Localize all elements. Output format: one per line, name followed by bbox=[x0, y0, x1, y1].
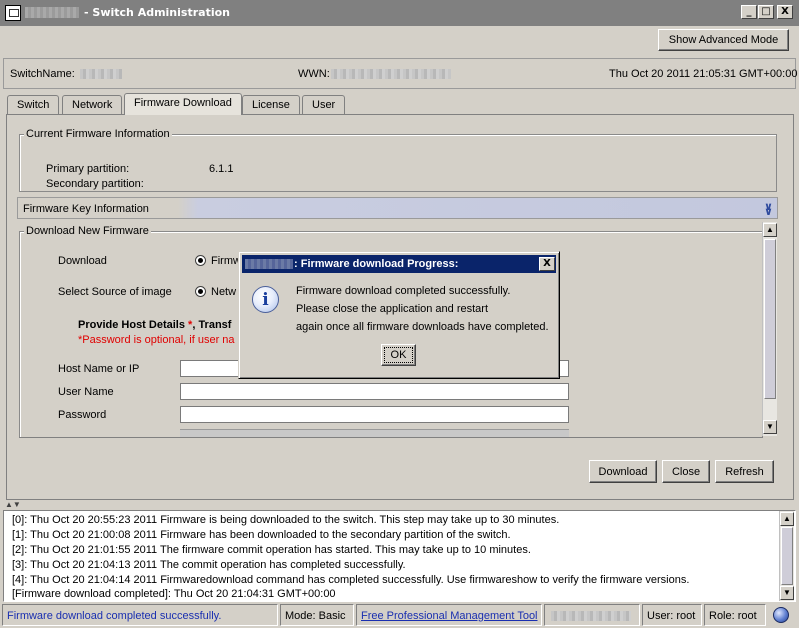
dialog-message-line2: Please close the application and restart bbox=[296, 303, 489, 315]
info-icon: i bbox=[252, 286, 279, 313]
status-mode: Mode: Basic bbox=[280, 604, 354, 626]
scroll-down-arrow-icon[interactable]: ▼ bbox=[763, 420, 777, 434]
dialog-titlebar: : Firmware download Progress: X bbox=[242, 255, 556, 273]
log-line: [3]: Thu Oct 20 21:04:13 2011 The commit… bbox=[12, 559, 406, 571]
dialog-title: : Firmware download Progress: bbox=[294, 258, 459, 270]
log-scrollbar[interactable]: ▲ ▼ bbox=[779, 511, 794, 601]
minimize-button[interactable]: _ bbox=[741, 5, 757, 19]
scroll-thumb[interactable] bbox=[764, 239, 776, 399]
double-chevron-down-icon-lower: ∨ bbox=[764, 206, 773, 218]
status-user: User: root bbox=[642, 604, 702, 626]
dialog-title-redacted bbox=[245, 259, 293, 269]
window-titlebar: - Switch Administration _ □ X bbox=[0, 0, 799, 26]
log-line: [1]: Thu Oct 20 21:00:08 2011 Firmware h… bbox=[12, 529, 511, 541]
refresh-button[interactable]: Refresh bbox=[715, 460, 774, 483]
close-window-button[interactable]: X bbox=[777, 5, 793, 19]
status-message: Firmware download completed successfully… bbox=[2, 604, 278, 626]
status-role: Role: root bbox=[704, 604, 766, 626]
close-button[interactable]: Close bbox=[662, 460, 710, 483]
dialog-message-line1: Firmware download completed successfully… bbox=[296, 285, 511, 297]
switchname-label: SwitchName: bbox=[10, 68, 75, 80]
tab-license[interactable]: License bbox=[242, 95, 300, 114]
switchname-value-redacted bbox=[80, 69, 122, 79]
download-section-scrollbar[interactable]: ▲ ▼ bbox=[762, 222, 777, 436]
log-line: [0]: Thu Oct 20 20:55:23 2011 Firmware i… bbox=[12, 514, 560, 526]
tab-firmware-download[interactable]: Firmware Download bbox=[124, 93, 242, 115]
show-advanced-mode-button[interactable]: Show Advanced Mode bbox=[658, 29, 789, 51]
log-scroll-up-icon[interactable]: ▲ bbox=[780, 512, 794, 526]
scroll-up-arrow-icon[interactable]: ▲ bbox=[763, 223, 777, 237]
app-icon bbox=[5, 5, 21, 21]
dialog-ok-button[interactable]: OK bbox=[381, 344, 416, 366]
log-panel: [0]: Thu Oct 20 20:55:23 2011 Firmware i… bbox=[3, 510, 796, 602]
tab-switch[interactable]: Switch bbox=[7, 95, 60, 114]
log-scroll-down-icon[interactable]: ▼ bbox=[780, 586, 794, 600]
maximize-button[interactable]: □ bbox=[758, 5, 774, 19]
switch-name-redacted bbox=[25, 7, 79, 18]
tab-network[interactable]: Network bbox=[62, 95, 123, 114]
status-redacted bbox=[544, 604, 640, 626]
tab-user[interactable]: User bbox=[302, 95, 346, 114]
switch-info-bar: SwitchName: WWN: Thu Oct 20 2011 21:05:3… bbox=[3, 58, 798, 89]
log-line: [Firmware download completed]: Thu Oct 2… bbox=[12, 588, 336, 600]
connection-globe-icon bbox=[773, 607, 789, 623]
wwn-label: WWN: bbox=[298, 68, 330, 80]
dialog-close-button[interactable]: X bbox=[539, 257, 555, 271]
splitter-bar[interactable]: ▲▼ bbox=[0, 500, 799, 510]
log-scroll-thumb[interactable] bbox=[781, 527, 793, 585]
dialog-message-line3: again once all firmware downloads have c… bbox=[296, 321, 549, 333]
download-button[interactable]: Download bbox=[589, 460, 657, 483]
firmware-progress-dialog: : Firmware download Progress: X i Firmwa… bbox=[238, 251, 560, 379]
user-name-input[interactable] bbox=[180, 383, 569, 400]
source-network-radio[interactable] bbox=[195, 286, 206, 297]
log-line: [4]: Thu Oct 20 21:04:14 2011 Firmwaredo… bbox=[12, 574, 690, 586]
switch-datetime: Thu Oct 20 2011 21:05:31 GMT+00:00 bbox=[609, 68, 798, 80]
firmware-key-title: Firmware Key Information bbox=[23, 203, 149, 215]
wwn-value-redacted bbox=[331, 69, 451, 79]
window-title: - Switch Administration bbox=[84, 6, 230, 19]
professional-tool-link[interactable]: Free Professional Management Tool bbox=[356, 604, 542, 626]
collapse-arrows-icon[interactable]: ▲▼ bbox=[5, 500, 21, 509]
firmware-key-bar[interactable]: Firmware Key Information ∨ ∨ bbox=[17, 197, 778, 219]
log-line: [2]: Thu Oct 20 21:01:55 2011 The firmwa… bbox=[12, 544, 531, 556]
download-firmware-radio[interactable] bbox=[195, 255, 206, 266]
password-input[interactable] bbox=[180, 406, 569, 423]
